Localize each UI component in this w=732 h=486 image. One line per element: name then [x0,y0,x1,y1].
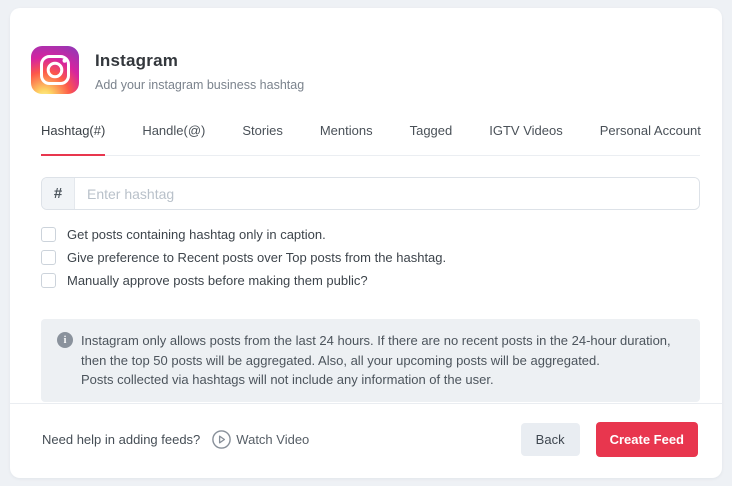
add-feed-dialog: Instagram Add your instagram business ha… [10,8,722,478]
checkbox-recent-over-top[interactable] [41,250,56,265]
watch-video-label: Watch Video [236,432,309,447]
checkbox-caption-only[interactable] [41,227,56,242]
tab-hashtag[interactable]: Hashtag(#) [41,123,105,156]
options-checkbox-group: Get posts containing hashtag only in cap… [41,223,700,292]
tab-mentions[interactable]: Mentions [320,123,373,155]
back-button[interactable]: Back [521,423,580,456]
info-notice-line2: Posts collected via hashtags will not in… [81,370,680,390]
checkbox-label: Give preference to Recent posts over Top… [67,250,446,265]
tab-stories[interactable]: Stories [242,123,282,155]
tab-personal-account[interactable]: Personal Account [600,123,701,155]
tab-tagged[interactable]: Tagged [410,123,453,155]
info-notice-line1: Instagram only allows posts from the las… [81,331,680,370]
info-notice: i Instagram only allows posts from the l… [41,319,700,402]
tab-igtv-videos[interactable]: IGTV Videos [489,123,562,155]
play-icon [212,430,231,449]
hashtag-input[interactable] [75,178,699,209]
info-icon: i [57,332,73,348]
dialog-header: Instagram Add your instagram business ha… [31,46,690,94]
option-manual-approve[interactable]: Manually approve posts before making the… [41,269,700,292]
checkbox-label: Manually approve posts before making the… [67,273,368,288]
footer-buttons: Back Create Feed [521,422,698,457]
tab-handle[interactable]: Handle(@) [142,123,205,155]
page-subtitle: Add your instagram business hashtag [95,78,304,92]
checkbox-label: Get posts containing hashtag only in cap… [67,227,326,242]
header-text: Instagram Add your instagram business ha… [95,46,304,92]
instagram-logo-icon [31,46,79,94]
hash-prefix-icon: # [42,178,75,209]
checkbox-manual-approve[interactable] [41,273,56,288]
create-feed-button[interactable]: Create Feed [596,422,698,457]
feed-type-tabs: Hashtag(#) Handle(@) Stories Mentions Ta… [41,123,700,156]
option-recent-over-top[interactable]: Give preference to Recent posts over Top… [41,246,700,269]
watch-video-link[interactable]: Watch Video [212,430,309,449]
hashtag-input-group: # [41,177,700,210]
page-title: Instagram [95,51,304,71]
dialog-footer: Need help in adding feeds? Watch Video B… [10,403,722,478]
option-caption-only[interactable]: Get posts containing hashtag only in cap… [41,223,700,246]
help-text: Need help in adding feeds? [42,432,200,447]
